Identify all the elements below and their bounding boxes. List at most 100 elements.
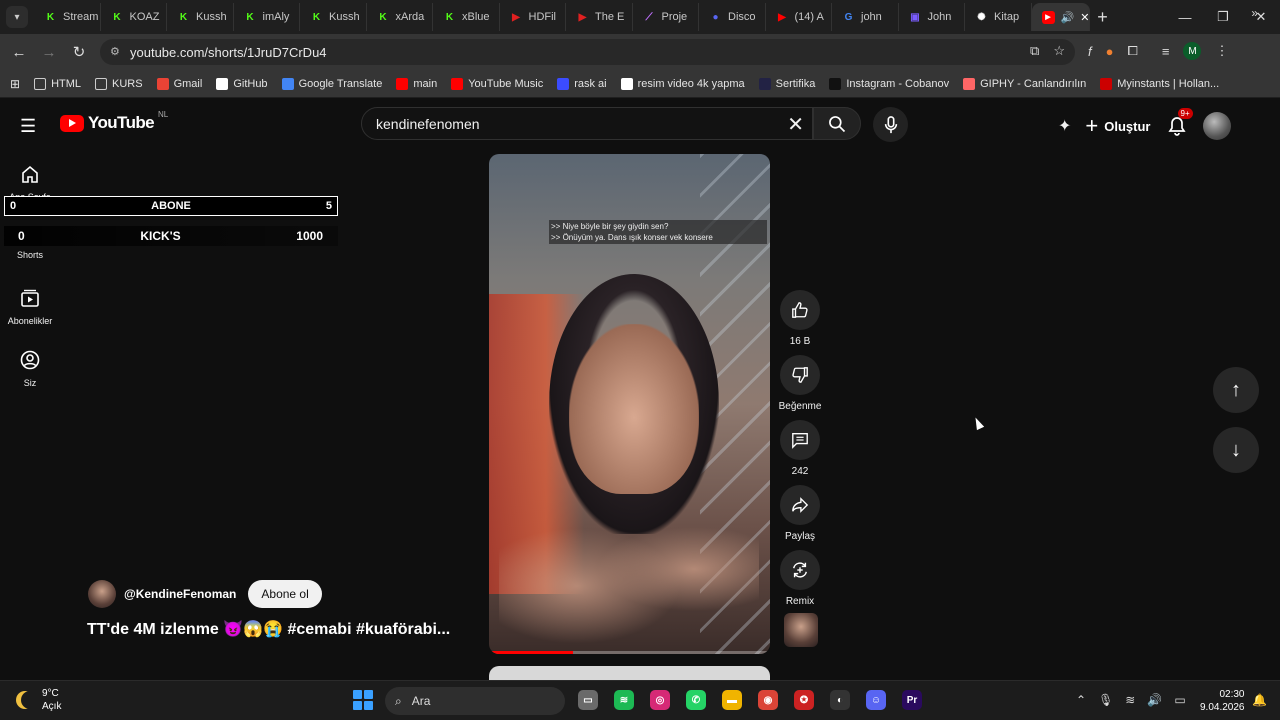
- steam-icon[interactable]: ◐: [830, 690, 850, 710]
- bookmark-item[interactable]: HTML: [34, 77, 81, 90]
- wifi-icon[interactable]: ≋: [1125, 693, 1135, 707]
- browser-tab[interactable]: ● Disco: [699, 3, 766, 31]
- bookmark-item[interactable]: Myinstants | Hollan...: [1100, 77, 1219, 90]
- discord-icon[interactable]: ☺: [866, 690, 886, 710]
- browser-tab[interactable]: KxBlue: [433, 3, 500, 31]
- bookmark-item[interactable]: main: [396, 77, 437, 90]
- clear-search-icon[interactable]: ✕: [787, 112, 804, 137]
- apps-grid-icon[interactable]: ⊞: [10, 77, 20, 91]
- sidebar-item-shorts[interactable]: Shorts: [0, 250, 60, 260]
- reload-icon[interactable]: ↻: [64, 43, 94, 61]
- volume-icon[interactable]: 🔊: [1147, 693, 1162, 707]
- moon-icon: [21, 691, 39, 709]
- install-app-icon[interactable]: ⧉: [1030, 43, 1039, 59]
- bookmark-item[interactable]: GitHub: [216, 77, 268, 90]
- sound-source-thumbnail[interactable]: [784, 613, 818, 647]
- instagram-icon[interactable]: ◎: [650, 690, 670, 710]
- like-button[interactable]: 16 B: [779, 290, 821, 347]
- ext-fx-icon[interactable]: f: [1088, 44, 1092, 59]
- create-button[interactable]: + Oluştur: [1085, 113, 1150, 139]
- premium-puzzle-icon[interactable]: ✦: [1058, 116, 1071, 136]
- previous-short-button[interactable]: ↑: [1213, 367, 1259, 413]
- voice-search-button[interactable]: [873, 107, 908, 142]
- minimize-icon[interactable]: —: [1166, 0, 1204, 34]
- notifications-button[interactable]: 9+: [1165, 108, 1193, 138]
- comments-button[interactable]: 242: [779, 420, 821, 477]
- bookmark-item[interactable]: GIPHY - Canlandırılın: [963, 77, 1086, 90]
- audio-playing-icon[interactable]: 🔊: [1061, 11, 1075, 24]
- bookmark-item[interactable]: Instagram - Cobanov: [829, 77, 949, 90]
- close-window-icon[interactable]: ✕: [1242, 0, 1280, 34]
- site-info-icon[interactable]: ⚙: [110, 45, 120, 58]
- browser-tab[interactable]: KxArda: [367, 3, 433, 31]
- short-video-player[interactable]: >> Niye böyle bir şey giydin sen? >> Önü…: [489, 154, 770, 654]
- tab-search-chevron-icon[interactable]: ▾: [6, 6, 28, 28]
- sidebar-item-you[interactable]: Siz: [0, 350, 60, 388]
- video-progress-bar[interactable]: [489, 651, 770, 654]
- dislike-button[interactable]: Beğenme: [779, 355, 821, 412]
- remix-button[interactable]: Remix: [779, 550, 821, 607]
- file-explorer-window-icon[interactable]: ▭: [578, 690, 598, 710]
- media-control-icon[interactable]: ≡: [1162, 44, 1170, 59]
- tab-close-icon[interactable]: ✕: [1080, 11, 1088, 24]
- tray-overflow-icon[interactable]: ⌃: [1076, 693, 1086, 707]
- browser-tab[interactable]: ▣ John: [899, 3, 965, 31]
- browser-tab[interactable]: ▶ (14) A: [766, 3, 832, 31]
- bookmark-star-icon[interactable]: ☆: [1053, 43, 1065, 59]
- browser-tab[interactable]: ⟋ Proje: [633, 3, 699, 31]
- short-title[interactable]: TT'de 4M izlenme 😈😱😭 #cemabi #kuaförabi.…: [87, 619, 450, 639]
- browser-tab[interactable]: K Kussh: [300, 3, 367, 31]
- new-tab-plus-icon[interactable]: +: [1090, 7, 1116, 28]
- spotify-icon[interactable]: ≋: [614, 690, 634, 710]
- browser-tab[interactable]: Gjohn: [832, 3, 899, 31]
- sidebar-item-subscriptions[interactable]: Abonelikler: [0, 288, 60, 326]
- tab-active-youtube[interactable]: ▶ 🔊 ✕: [1031, 3, 1090, 31]
- forward-arrow-icon[interactable]: →: [34, 44, 64, 61]
- browser-tab[interactable]: ✺ Kitap: [965, 3, 1032, 31]
- share-button[interactable]: Paylaş: [779, 485, 821, 542]
- browser-tab[interactable]: K KOAZ: [101, 3, 167, 31]
- windows-start-icon[interactable]: [353, 690, 373, 710]
- microphone-tray-icon[interactable]: 🎙: [1098, 693, 1113, 707]
- premiere-icon[interactable]: Pr: [902, 690, 922, 710]
- profile-avatar[interactable]: M: [1183, 42, 1202, 60]
- bookmark-item[interactable]: resim video 4k yapma: [620, 77, 745, 90]
- channel-name[interactable]: @KendineFenoman: [124, 587, 236, 601]
- browser-tab[interactable]: ▶ The E: [566, 3, 633, 31]
- address-bar[interactable]: ⚙ youtube.com/shorts/1JruD7CrDu4 ⧉ ☆: [100, 39, 1075, 65]
- weather-widget[interactable]: 9°C Açık: [16, 687, 61, 713]
- bookmark-item[interactable]: KURS: [95, 77, 143, 90]
- restore-icon[interactable]: ❐: [1204, 0, 1242, 34]
- subscribe-button[interactable]: Abone ol: [248, 580, 322, 608]
- ext-orange-icon[interactable]: ●: [1106, 44, 1114, 59]
- tab-favicon-icon: ●: [712, 11, 719, 23]
- folder-icon[interactable]: ▬: [722, 690, 742, 710]
- hamburger-menu-icon[interactable]: ☰: [20, 116, 36, 137]
- game-app-icon[interactable]: ✪: [794, 690, 814, 710]
- chrome-icon[interactable]: ◉: [758, 690, 778, 710]
- search-button[interactable]: [813, 107, 861, 140]
- taskbar-search[interactable]: ⌕ Ara: [385, 687, 565, 715]
- user-avatar[interactable]: [1202, 112, 1231, 140]
- bookmark-item[interactable]: Google Translate: [281, 77, 382, 90]
- browser-tab[interactable]: K Stream: [34, 3, 101, 31]
- bookmark-item[interactable]: YouTube Music: [451, 77, 543, 90]
- youtube-logo[interactable]: YouTube NL: [60, 110, 168, 133]
- notification-bell-icon[interactable]: 🔔: [1252, 693, 1267, 707]
- browser-tab[interactable]: K Kussh: [167, 3, 234, 31]
- battery-icon[interactable]: ▭: [1174, 693, 1185, 707]
- search-input[interactable]: kendinefenomen ✕: [361, 107, 813, 140]
- clock[interactable]: 02:30 9.04.2026: [1200, 688, 1245, 714]
- browser-menu-icon[interactable]: ⋮: [1215, 43, 1228, 59]
- channel-avatar[interactable]: [88, 580, 116, 608]
- extensions-puzzle-icon[interactable]: ⧠: [1127, 43, 1137, 59]
- browser-tab[interactable]: ▶ HDFil: [500, 3, 566, 31]
- bookmark-item[interactable]: rask ai: [557, 77, 607, 90]
- bookmark-item[interactable]: Gmail: [156, 77, 202, 90]
- next-short-button[interactable]: ↓: [1213, 427, 1259, 473]
- browser-tab[interactable]: KimAly: [234, 3, 300, 31]
- bookmark-item[interactable]: Sertifika: [758, 77, 815, 90]
- back-arrow-icon[interactable]: ←: [4, 44, 34, 61]
- bookmarks-overflow-icon[interactable]: »: [1251, 6, 1258, 20]
- whatsapp-icon[interactable]: ✆: [686, 690, 706, 710]
